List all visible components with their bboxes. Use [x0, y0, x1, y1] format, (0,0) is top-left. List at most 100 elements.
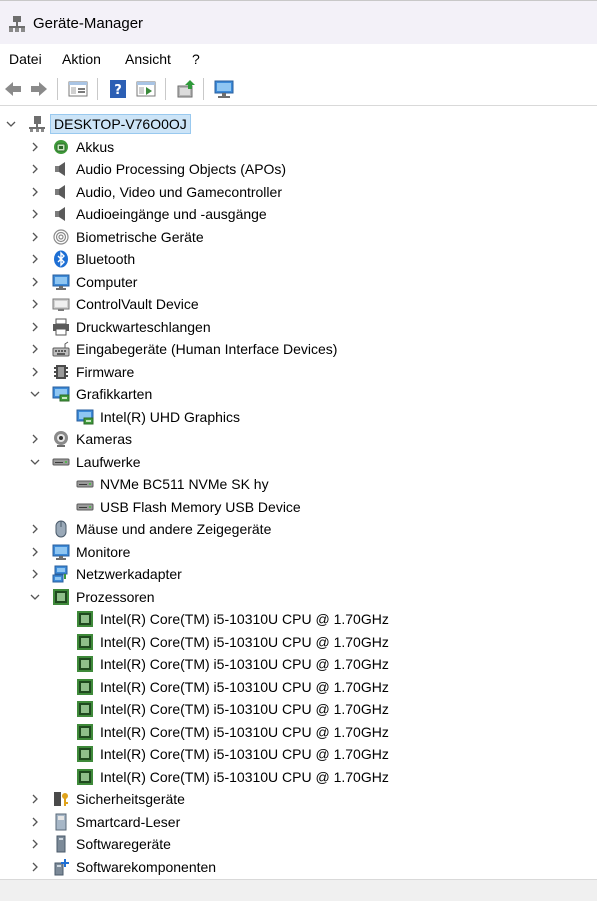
tree-node-label[interactable]: Sicherheitsgeräte	[76, 791, 185, 807]
chevron-right-icon[interactable]	[28, 252, 42, 266]
tree-node-label[interactable]: Akkus	[76, 139, 114, 155]
tree-node-audio-video-und-gamecontroller[interactable]: Audio, Video und Gamecontroller	[0, 181, 597, 203]
chevron-right-icon[interactable]	[28, 140, 42, 154]
tree-node-intel-r-uhd-graphics[interactable]: Intel(R) UHD Graphics	[0, 406, 597, 428]
tree-node-label[interactable]: Kameras	[76, 431, 132, 447]
tree-node-druckwarteschlangen[interactable]: Druckwarteschlangen	[0, 316, 597, 338]
chevron-right-icon[interactable]	[28, 185, 42, 199]
back-arrow-icon[interactable]	[2, 78, 24, 100]
tree-node-controlvault-device[interactable]: ControlVault Device	[0, 293, 597, 315]
tree-node-intel-r-core-tm-i5-10310u-cpu-1-70ghz[interactable]: Intel(R) Core(TM) i5-10310U CPU @ 1.70GH…	[0, 676, 597, 698]
menu-ansicht[interactable]: Ansicht	[125, 51, 171, 67]
chevron-right-icon[interactable]	[28, 567, 42, 581]
tree-node-label[interactable]: Monitore	[76, 544, 130, 560]
tree-node-netzwerkadapter[interactable]: Netzwerkadapter	[0, 563, 597, 585]
tree-node-laufwerke[interactable]: Laufwerke	[0, 451, 597, 473]
tree-node-akkus[interactable]: Akkus	[0, 136, 597, 158]
tree-node-label[interactable]: DESKTOP-V76O0OJ	[50, 114, 191, 134]
chevron-down-icon[interactable]	[28, 387, 42, 401]
device-tree[interactable]: DESKTOP-V76O0OJ Akkus Audio Processing Obj…	[0, 108, 597, 878]
tree-node-label[interactable]: Audioeingänge und -ausgänge	[76, 206, 267, 222]
tree-node-usb-flash-memory-usb-device[interactable]: USB Flash Memory USB Device	[0, 496, 597, 518]
properties-icon[interactable]	[67, 78, 89, 100]
tree-node-label[interactable]: Intel(R) Core(TM) i5-10310U CPU @ 1.70GH…	[100, 769, 389, 785]
menu-datei[interactable]: Datei	[9, 51, 42, 67]
chevron-down-icon[interactable]	[4, 117, 18, 131]
tree-node-label[interactable]: Druckwarteschlangen	[76, 319, 211, 335]
chevron-down-icon[interactable]	[28, 455, 42, 469]
chevron-right-icon[interactable]	[28, 860, 42, 874]
tree-node-label[interactable]: Biometrische Geräte	[76, 229, 204, 245]
tree-node-intel-r-core-tm-i5-10310u-cpu-1-70ghz[interactable]: Intel(R) Core(TM) i5-10310U CPU @ 1.70GH…	[0, 721, 597, 743]
tree-node-intel-r-core-tm-i5-10310u-cpu-1-70ghz[interactable]: Intel(R) Core(TM) i5-10310U CPU @ 1.70GH…	[0, 631, 597, 653]
chevron-right-icon[interactable]	[28, 837, 42, 851]
chevron-right-icon[interactable]	[28, 320, 42, 334]
tree-node-kameras[interactable]: Kameras	[0, 428, 597, 450]
tree-node-label[interactable]: Intel(R) Core(TM) i5-10310U CPU @ 1.70GH…	[100, 724, 389, 740]
tree-node-label[interactable]: NVMe BC511 NVMe SK hy	[100, 476, 269, 492]
show-hidden-icon[interactable]	[135, 78, 157, 100]
tree-node-bluetooth[interactable]: Bluetooth	[0, 248, 597, 270]
tree-node-label[interactable]: Softwarekomponenten	[76, 859, 216, 875]
chevron-right-icon[interactable]	[28, 297, 42, 311]
tree-node-label[interactable]: Intel(R) Core(TM) i5-10310U CPU @ 1.70GH…	[100, 656, 389, 672]
tree-node-grafikkarten[interactable]: Grafikkarten	[0, 383, 597, 405]
tree-node-label[interactable]: Netzwerkadapter	[76, 566, 182, 582]
tree-node-softwaregeräte[interactable]: Softwaregeräte	[0, 833, 597, 855]
tree-node-label[interactable]: Intel(R) Core(TM) i5-10310U CPU @ 1.70GH…	[100, 746, 389, 762]
tree-node-label[interactable]: Computer	[76, 274, 137, 290]
chevron-right-icon[interactable]	[28, 792, 42, 806]
tree-node-label[interactable]: Audio, Video und Gamecontroller	[76, 184, 282, 200]
tree-node-intel-r-core-tm-i5-10310u-cpu-1-70ghz[interactable]: Intel(R) Core(TM) i5-10310U CPU @ 1.70GH…	[0, 653, 597, 675]
chevron-down-icon[interactable]	[28, 590, 42, 604]
tree-node-label[interactable]: USB Flash Memory USB Device	[100, 499, 301, 515]
chevron-right-icon[interactable]	[28, 365, 42, 379]
menu-help[interactable]: ?	[192, 51, 200, 67]
chevron-right-icon[interactable]	[28, 162, 42, 176]
tree-node-label[interactable]: Grafikkarten	[76, 386, 152, 402]
tree-node-firmware[interactable]: Firmware	[0, 361, 597, 383]
tree-node-label[interactable]: ControlVault Device	[76, 296, 199, 312]
chevron-right-icon[interactable]	[28, 342, 42, 356]
tree-node-label[interactable]: Laufwerke	[76, 454, 141, 470]
menu-aktion[interactable]: Aktion	[62, 51, 101, 67]
chevron-right-icon[interactable]	[28, 815, 42, 829]
chevron-right-icon[interactable]	[28, 230, 42, 244]
chevron-right-icon[interactable]	[28, 545, 42, 559]
tree-node-label[interactable]: Softwaregeräte	[76, 836, 171, 852]
tree-node-biometrische-geräte[interactable]: Biometrische Geräte	[0, 226, 597, 248]
scan-hardware-icon[interactable]	[213, 78, 235, 100]
tree-node-intel-r-core-tm-i5-10310u-cpu-1-70ghz[interactable]: Intel(R) Core(TM) i5-10310U CPU @ 1.70GH…	[0, 608, 597, 630]
tree-node-softwarekomponenten[interactable]: Softwarekomponenten	[0, 856, 597, 878]
tree-node-label[interactable]: Smartcard-Leser	[76, 814, 180, 830]
tree-node-sicherheitsgeräte[interactable]: Sicherheitsgeräte	[0, 788, 597, 810]
chevron-right-icon[interactable]	[28, 522, 42, 536]
tree-node-label[interactable]: Bluetooth	[76, 251, 135, 267]
tree-node-audioeingänge-und-ausgänge[interactable]: Audioeingänge und -ausgänge	[0, 203, 597, 225]
tree-root[interactable]: DESKTOP-V76O0OJ	[0, 113, 597, 135]
chevron-right-icon[interactable]	[28, 275, 42, 289]
tree-node-label[interactable]: Intel(R) Core(TM) i5-10310U CPU @ 1.70GH…	[100, 611, 389, 627]
tree-node-intel-r-core-tm-i5-10310u-cpu-1-70ghz[interactable]: Intel(R) Core(TM) i5-10310U CPU @ 1.70GH…	[0, 766, 597, 788]
tree-node-label[interactable]: Firmware	[76, 364, 134, 380]
forward-arrow-icon[interactable]	[28, 78, 50, 100]
tree-node-mäuse-und-andere-zeigegeräte[interactable]: Mäuse und andere Zeigegeräte	[0, 518, 597, 540]
chevron-right-icon[interactable]	[28, 207, 42, 221]
tree-node-label[interactable]: Intel(R) Core(TM) i5-10310U CPU @ 1.70GH…	[100, 701, 389, 717]
tree-node-label[interactable]: Audio Processing Objects (APOs)	[76, 161, 286, 177]
tree-node-smartcard-leser[interactable]: Smartcard-Leser	[0, 811, 597, 833]
update-driver-icon[interactable]	[175, 78, 197, 100]
tree-node-eingabegeräte-human-interface-devices[interactable]: Eingabegeräte (Human Interface Devices)	[0, 338, 597, 360]
tree-node-computer[interactable]: Computer	[0, 271, 597, 293]
tree-node-label[interactable]: Intel(R) Core(TM) i5-10310U CPU @ 1.70GH…	[100, 634, 389, 650]
tree-node-label[interactable]: Mäuse und andere Zeigegeräte	[76, 521, 271, 537]
tree-node-label[interactable]: Intel(R) UHD Graphics	[100, 409, 240, 425]
tree-node-audio-processing-objects-apos[interactable]: Audio Processing Objects (APOs)	[0, 158, 597, 180]
tree-node-monitore[interactable]: Monitore	[0, 541, 597, 563]
chevron-right-icon[interactable]	[28, 432, 42, 446]
tree-node-prozessoren[interactable]: Prozessoren	[0, 586, 597, 608]
tree-node-label[interactable]: Prozessoren	[76, 589, 155, 605]
tree-node-label[interactable]: Eingabegeräte (Human Interface Devices)	[76, 341, 337, 357]
tree-node-label[interactable]: Intel(R) Core(TM) i5-10310U CPU @ 1.70GH…	[100, 679, 389, 695]
tree-node-nvme-bc511-nvme-sk-hy[interactable]: NVMe BC511 NVMe SK hy	[0, 473, 597, 495]
